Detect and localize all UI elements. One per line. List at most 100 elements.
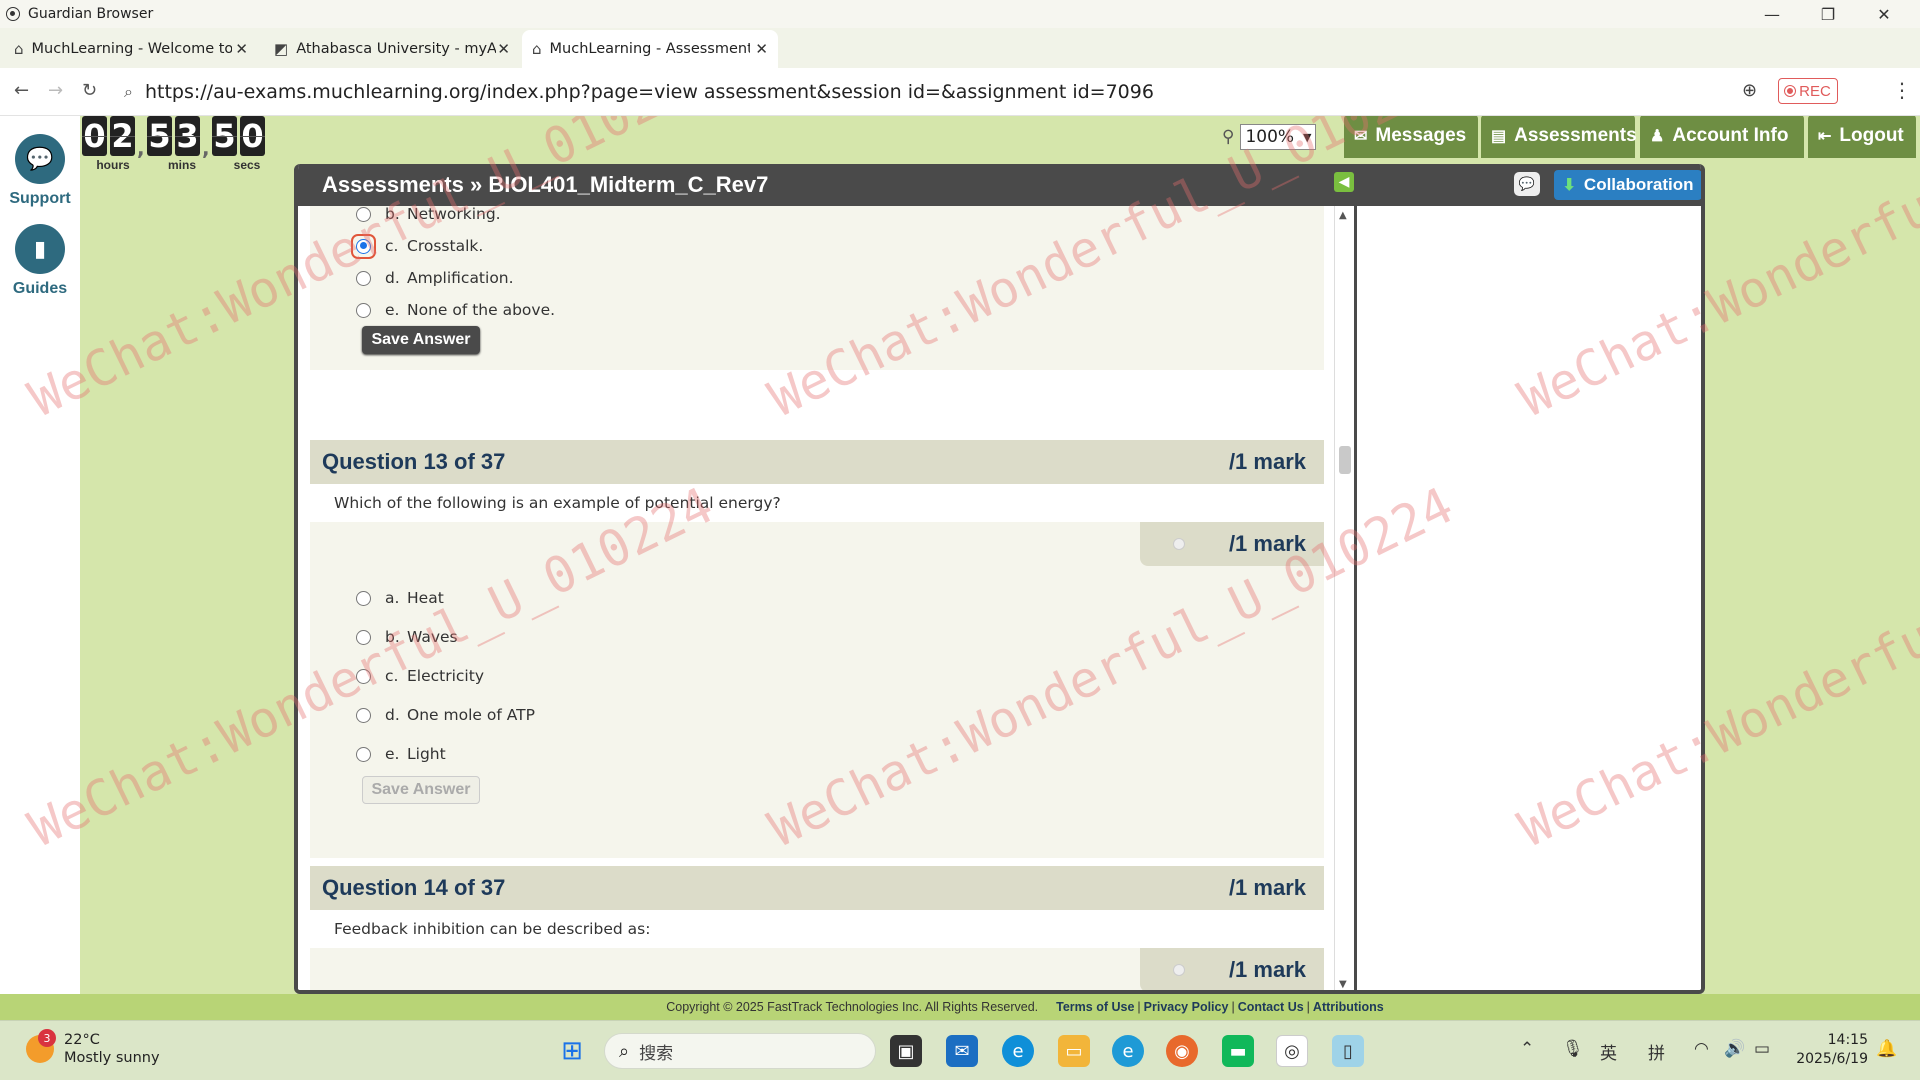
taskbar-search[interactable]: ⌕ 搜索 bbox=[604, 1033, 876, 1069]
radio-focus-ring bbox=[351, 233, 376, 259]
scroll-down-icon[interactable]: ▼ bbox=[1339, 979, 1347, 990]
answer-option-d[interactable]: d. One mole of ATP bbox=[356, 701, 535, 729]
option-text: Networking. bbox=[407, 206, 501, 223]
radio-button[interactable] bbox=[356, 668, 371, 684]
scrollbar-thumb[interactable] bbox=[1339, 446, 1351, 474]
option-letter: d. bbox=[385, 269, 400, 287]
radio-button[interactable] bbox=[356, 302, 371, 318]
weather-widget[interactable]: 3 22°C Mostly sunny bbox=[26, 1029, 160, 1067]
ime-language[interactable]: 英 bbox=[1600, 1039, 1617, 1064]
logout-label: Logout bbox=[1839, 125, 1904, 146]
answer-option-c[interactable]: c. Electricity bbox=[356, 662, 484, 690]
notification-bell-icon[interactable]: 🔔 bbox=[1876, 1039, 1897, 1059]
radio-button[interactable] bbox=[356, 590, 371, 606]
radio-button[interactable] bbox=[356, 206, 371, 222]
support-button[interactable]: 💬 Support bbox=[0, 134, 80, 208]
attributions-link[interactable]: Attributions bbox=[1313, 1000, 1384, 1014]
radio-button[interactable] bbox=[356, 629, 371, 645]
option-letter: b. bbox=[385, 628, 400, 646]
tab-label: MuchLearning - Assessments bbox=[549, 41, 750, 57]
answer-option-e[interactable]: e. None of the above. bbox=[356, 296, 555, 324]
save-answer-button-disabled[interactable]: Save Answer bbox=[362, 776, 480, 804]
radio-button[interactable] bbox=[356, 270, 371, 286]
guardian-browser-taskbar-icon[interactable]: ◎ bbox=[1276, 1035, 1308, 1067]
wifi-icon[interactable]: ◠ bbox=[1694, 1039, 1709, 1059]
logout-nav-button[interactable]: ⇤ Logout bbox=[1808, 116, 1916, 158]
more-menu-icon[interactable]: ⋮ bbox=[1892, 78, 1912, 102]
terms-link[interactable]: Terms of Use bbox=[1056, 1000, 1134, 1014]
reload-icon[interactable]: ↻ bbox=[82, 80, 97, 101]
question-text: Which of the following is an example of … bbox=[310, 484, 1324, 522]
zoom-in-icon[interactable]: ⊕ bbox=[1742, 80, 1757, 101]
timer-digit: 0 bbox=[82, 116, 107, 156]
radio-button[interactable] bbox=[356, 746, 371, 762]
close-tab-icon[interactable]: ✕ bbox=[755, 40, 768, 58]
question-header: Question 13 of 37 /1 mark bbox=[310, 440, 1324, 484]
radio-button[interactable] bbox=[356, 707, 371, 723]
content-scrollbar[interactable]: ▲ ▼ bbox=[1334, 206, 1354, 990]
timer-digit: 5 bbox=[147, 116, 172, 156]
answer-option-d[interactable]: d. Amplification. bbox=[356, 264, 514, 292]
guides-button[interactable]: ▮ Guides bbox=[0, 224, 80, 298]
task-view-icon[interactable]: ▣ bbox=[890, 1035, 922, 1067]
question-list[interactable]: b. Networking. c. Crosstalk. d. Amplific… bbox=[298, 206, 1328, 990]
outlook-icon[interactable]: ✉ bbox=[946, 1035, 978, 1067]
firefox-icon[interactable]: ◉ bbox=[1166, 1035, 1198, 1067]
assessments-nav-button[interactable]: ▤ Assessments bbox=[1481, 116, 1637, 158]
save-answer-button[interactable]: Save Answer bbox=[362, 326, 480, 354]
store-app-icon[interactable]: ▬ bbox=[1222, 1035, 1254, 1067]
zoom-select[interactable]: 100% ▼ bbox=[1240, 124, 1317, 150]
answer-option-c[interactable]: c. Crosstalk. bbox=[351, 232, 483, 260]
scroll-up-icon[interactable]: ▲ bbox=[1339, 210, 1347, 221]
collapse-arrow-icon[interactable]: ◀ bbox=[1334, 172, 1354, 192]
search-icon: ⌕ bbox=[619, 1040, 630, 1062]
volume-icon[interactable]: 🔊 bbox=[1724, 1039, 1745, 1059]
forward-arrow-icon[interactable]: → bbox=[48, 80, 63, 101]
answer-option-b[interactable]: b. Waves bbox=[356, 623, 458, 651]
contact-link[interactable]: Contact Us bbox=[1238, 1000, 1304, 1014]
chat-add-icon[interactable]: 💬 bbox=[1514, 172, 1540, 196]
tab-muchlearning-assessments[interactable]: ⌂ MuchLearning - Assessments ✕ bbox=[522, 30, 778, 68]
recording-indicator: REC bbox=[1778, 78, 1838, 104]
system-clock[interactable]: 14:15 2025/6/19 bbox=[1792, 1031, 1868, 1069]
support-label: Support bbox=[9, 190, 71, 207]
option-text: Light bbox=[407, 745, 446, 763]
close-tab-icon[interactable]: ✕ bbox=[235, 40, 248, 58]
tab-muchlearning-welcome[interactable]: ⌂ MuchLearning - Welcome to I ✕ bbox=[4, 30, 258, 68]
monitor-app-icon[interactable]: ▯ bbox=[1332, 1035, 1364, 1067]
messages-nav-button[interactable]: ✉ Messages bbox=[1344, 116, 1478, 158]
close-tab-icon[interactable]: ✕ bbox=[497, 40, 510, 58]
back-arrow-icon[interactable]: ← bbox=[14, 80, 29, 101]
tab-label: Athabasca University - myAU bbox=[296, 41, 497, 57]
timer-digit: 5 bbox=[212, 116, 237, 156]
account-info-nav-button[interactable]: ♟ Account Info bbox=[1640, 116, 1804, 158]
hours-label: hours bbox=[96, 158, 130, 172]
record-dot-icon bbox=[1784, 85, 1797, 97]
battery-icon[interactable]: ▭ bbox=[1754, 1039, 1770, 1059]
edge-icon[interactable]: e bbox=[1002, 1035, 1034, 1067]
answer-option-b[interactable]: b. Networking. bbox=[356, 206, 501, 228]
answer-option-a[interactable]: a. Heat bbox=[356, 584, 444, 612]
collaboration-button[interactable]: ⬇ Collaboration bbox=[1554, 170, 1701, 200]
option-text: None of the above. bbox=[407, 301, 556, 319]
restore-button[interactable]: ❐ bbox=[1800, 0, 1856, 28]
close-window-button[interactable]: ✕ bbox=[1856, 0, 1912, 28]
file-explorer-icon[interactable]: ▭ bbox=[1058, 1035, 1090, 1067]
question-mark-value: /1 mark bbox=[1228, 875, 1306, 900]
windows-start-icon[interactable]: ⊞ bbox=[556, 1035, 588, 1067]
url-field[interactable]: ⌕ https://au-exams.muchlearning.org/inde… bbox=[124, 75, 1764, 109]
question-block-14: Question 14 of 37 /1 mark Feedback inhib… bbox=[310, 866, 1324, 990]
chevron-up-icon[interactable]: ⌃ bbox=[1520, 1039, 1534, 1059]
privacy-link[interactable]: Privacy Policy bbox=[1144, 1000, 1229, 1014]
radio-button-checked[interactable] bbox=[356, 238, 371, 254]
clock-date: 2025/6/19 bbox=[1796, 1051, 1868, 1067]
answer-option-e[interactable]: e. Light bbox=[356, 740, 446, 768]
envelope-icon: ✉ bbox=[1354, 128, 1368, 145]
minimize-button[interactable]: — bbox=[1744, 0, 1800, 28]
microphone-icon[interactable]: 🎙 bbox=[1562, 1039, 1584, 1059]
ime-mode[interactable]: 拼 bbox=[1648, 1039, 1665, 1064]
clock-time: 14:15 bbox=[1827, 1032, 1868, 1048]
panel-header: Assessments » BIOL401_Midterm_C_Rev7 ◀ 💬… bbox=[298, 164, 1701, 206]
tab-athabasca-myau[interactable]: ◩ Athabasca University - myAU ✕ bbox=[264, 30, 520, 68]
edge-ai-icon[interactable]: e bbox=[1112, 1035, 1144, 1067]
